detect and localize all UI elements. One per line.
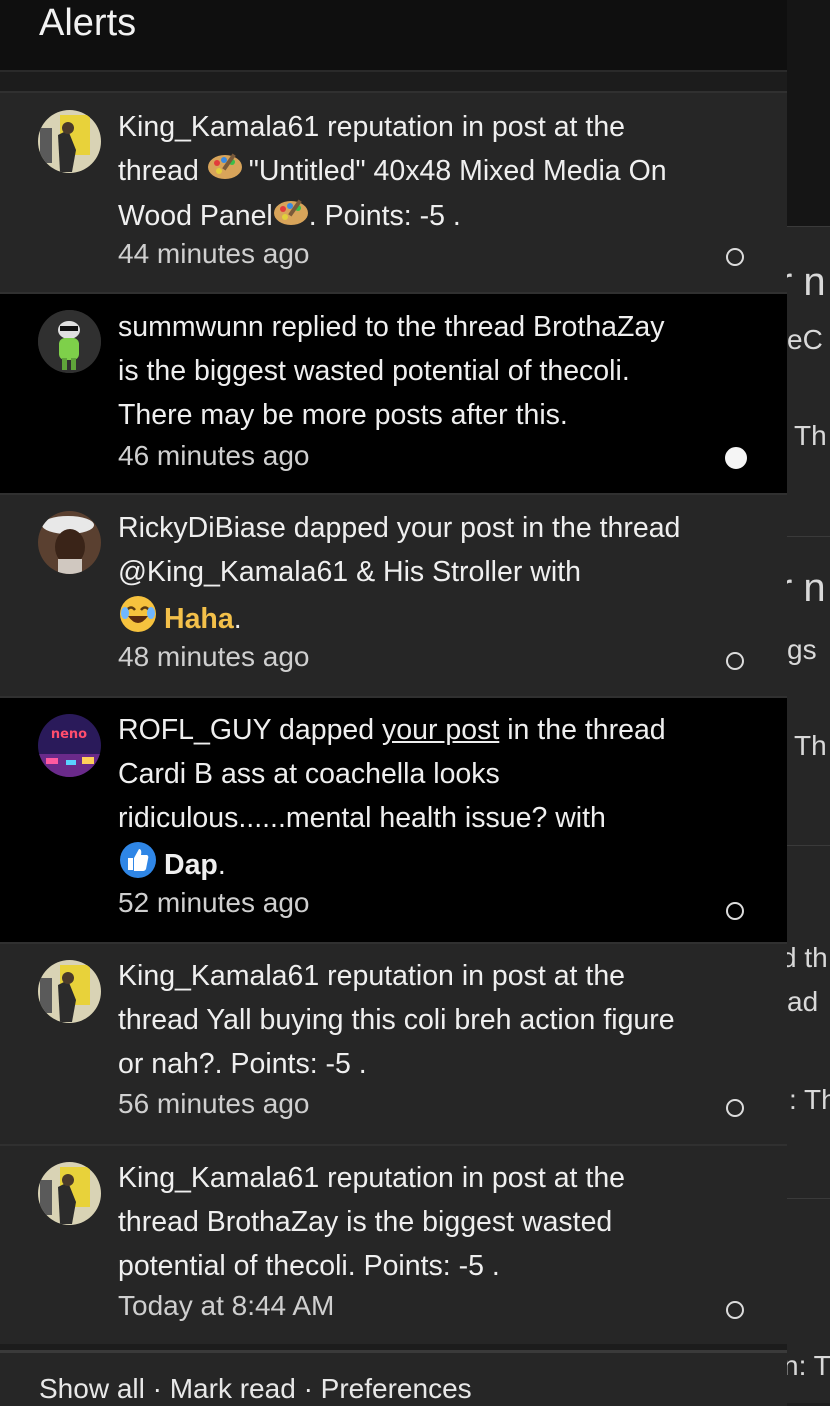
avatar-text: neno: [51, 727, 87, 742]
alerts-list: King_Kamala61 reputation in post at the …: [0, 91, 787, 1344]
alert-text-line: potential of thecoli. Points: -5 .: [118, 1250, 500, 1282]
alert-text-line: summwunn replied to the thread BrothaZay: [118, 311, 665, 343]
background-header: [787, 0, 830, 226]
alert-text-fragment: Wood Panel: [118, 200, 273, 233]
palette-icon: [273, 196, 309, 240]
alert-text-line: King_Kamala61 reputation in post at the: [118, 1162, 626, 1194]
background-text: n: T: [787, 1350, 830, 1381]
alert-text-line: ridiculous......mental health issue? wit…: [118, 802, 606, 834]
alert-text-line: ROFL_GUY dapped your post in the thread: [118, 708, 738, 752]
alert-item[interactable]: summwunn replied to the thread BrothaZay…: [0, 292, 787, 493]
alert-text[interactable]: RickyDiBiase dapped your post in the thr…: [118, 506, 738, 647]
reaction-label: Dap: [164, 849, 218, 882]
mark-read-toggle[interactable]: [726, 1301, 744, 1319]
background-divider: [787, 845, 830, 846]
alert-text-fragment: . Points: -5 .: [308, 200, 461, 233]
alert-text-line: Dap.: [118, 840, 738, 893]
laughing-emoji-icon: [118, 594, 158, 647]
mark-read-toggle[interactable]: [726, 1099, 744, 1117]
alerts-footer: Show all · Mark read · Preferences: [0, 1350, 787, 1406]
alert-item[interactable]: King_Kamala61 reputation in post at the …: [0, 942, 787, 1144]
background-text: Th: [794, 730, 827, 761]
alert-time: 48 minutes ago: [118, 641, 310, 672]
background-page: r n eC Th r n gs Th d th ad : Th n: T: [787, 0, 830, 1403]
alert-text-line: Cardi B ass at coachella looks: [118, 758, 500, 790]
mark-read-toggle[interactable]: [725, 447, 747, 469]
alert-item[interactable]: King_Kamala61 reputation in post at the …: [0, 91, 787, 292]
alert-text-line: thread "Untitled" 40x48 Mixed Media On: [118, 149, 738, 194]
mark-read-toggle[interactable]: [726, 248, 744, 266]
alert-item[interactable]: King_Kamala61 reputation in post at the …: [0, 1144, 787, 1344]
palette-icon: [207, 150, 243, 194]
alert-text-fragment: ROFL_GUY dapped: [118, 714, 383, 746]
alert-text-line: thread BrothaZay is the biggest wasted: [118, 1206, 613, 1238]
alert-text-line: King_Kamala61 reputation in post at the: [118, 111, 626, 143]
alert-text-fragment: in the thread: [499, 714, 666, 746]
mark-read-toggle[interactable]: [726, 652, 744, 670]
alert-item[interactable]: neno ROFL_GUY dapped your post in the th…: [0, 696, 787, 942]
alert-text-line: thread Yall buying this coli breh action…: [118, 1004, 675, 1036]
alert-text-line: @King_Kamala61 & His Stroller with: [118, 556, 581, 588]
show-all-link[interactable]: Show all: [39, 1373, 145, 1404]
thumbs-up-icon: [118, 840, 158, 893]
alert-item[interactable]: RickyDiBiase dapped your post in the thr…: [0, 493, 787, 696]
alert-time: Today at 8:44 AM: [118, 1290, 335, 1321]
background-divider: [787, 536, 830, 537]
avatar[interactable]: neno: [38, 714, 101, 777]
preferences-link[interactable]: Preferences: [321, 1373, 472, 1404]
alert-text-line: Haha.: [118, 594, 738, 647]
avatar[interactable]: [38, 511, 101, 574]
alert-text-fragment: .: [217, 849, 226, 882]
background-text: gs: [787, 634, 817, 665]
footer-links: Show all · Mark read · Preferences: [39, 1373, 472, 1405]
background-divider: [787, 226, 830, 227]
alert-time: 44 minutes ago: [118, 238, 310, 269]
avatar[interactable]: [38, 110, 101, 173]
background-text: : Th: [789, 1084, 830, 1115]
alert-text[interactable]: King_Kamala61 reputation in post at the …: [118, 105, 738, 240]
background-text: Th: [794, 420, 827, 451]
avatar[interactable]: [38, 310, 101, 373]
alert-text-line: is the biggest wasted potential of theco…: [118, 355, 630, 387]
alert-text-line: RickyDiBiase dapped your post in the thr…: [118, 512, 681, 544]
reaction-label: Haha: [164, 603, 234, 636]
alert-text-fragment: .: [233, 603, 242, 636]
background-text: ad: [787, 986, 819, 1017]
background-text: eC: [787, 324, 823, 355]
alert-text-fragment: thread: [118, 155, 207, 187]
alert-time: 56 minutes ago: [118, 1088, 310, 1119]
alert-text[interactable]: summwunn replied to the thread BrothaZay…: [118, 305, 738, 437]
alert-text[interactable]: King_Kamala61 reputation in post at the …: [118, 954, 738, 1086]
alert-time: 46 minutes ago: [118, 440, 310, 471]
alert-text-fragment: "Untitled" 40x48 Mixed Media On: [248, 155, 667, 187]
background-divider: [787, 1198, 830, 1199]
alerts-title: Alerts: [39, 2, 137, 44]
background-text: d th: [787, 942, 828, 973]
your-post-link[interactable]: your post: [382, 714, 499, 746]
alerts-header: Alerts: [0, 0, 787, 72]
avatar[interactable]: [38, 960, 101, 1023]
alert-time: 52 minutes ago: [118, 887, 310, 918]
background-text: r n: [787, 260, 826, 304]
footer-separator: ·: [152, 1373, 162, 1404]
background-text: r n: [787, 566, 826, 610]
avatar[interactable]: [38, 1162, 101, 1225]
alert-text-line: King_Kamala61 reputation in post at the: [118, 960, 626, 992]
footer-separator: ·: [303, 1373, 313, 1404]
alerts-panel: Alerts King_Kamala61 reputation in post …: [0, 0, 787, 1406]
alert-text-line: There may be more posts after this.: [118, 399, 568, 431]
alert-text[interactable]: King_Kamala61 reputation in post at the …: [118, 1156, 738, 1288]
alert-text-line: Wood Panel . Points: -5 .: [118, 194, 738, 239]
mark-read-link[interactable]: Mark read: [170, 1373, 296, 1404]
mark-read-toggle[interactable]: [726, 902, 744, 920]
alert-text[interactable]: ROFL_GUY dapped your post in the thread …: [118, 708, 738, 893]
alert-text-line: or nah?. Points: -5 .: [118, 1048, 367, 1080]
